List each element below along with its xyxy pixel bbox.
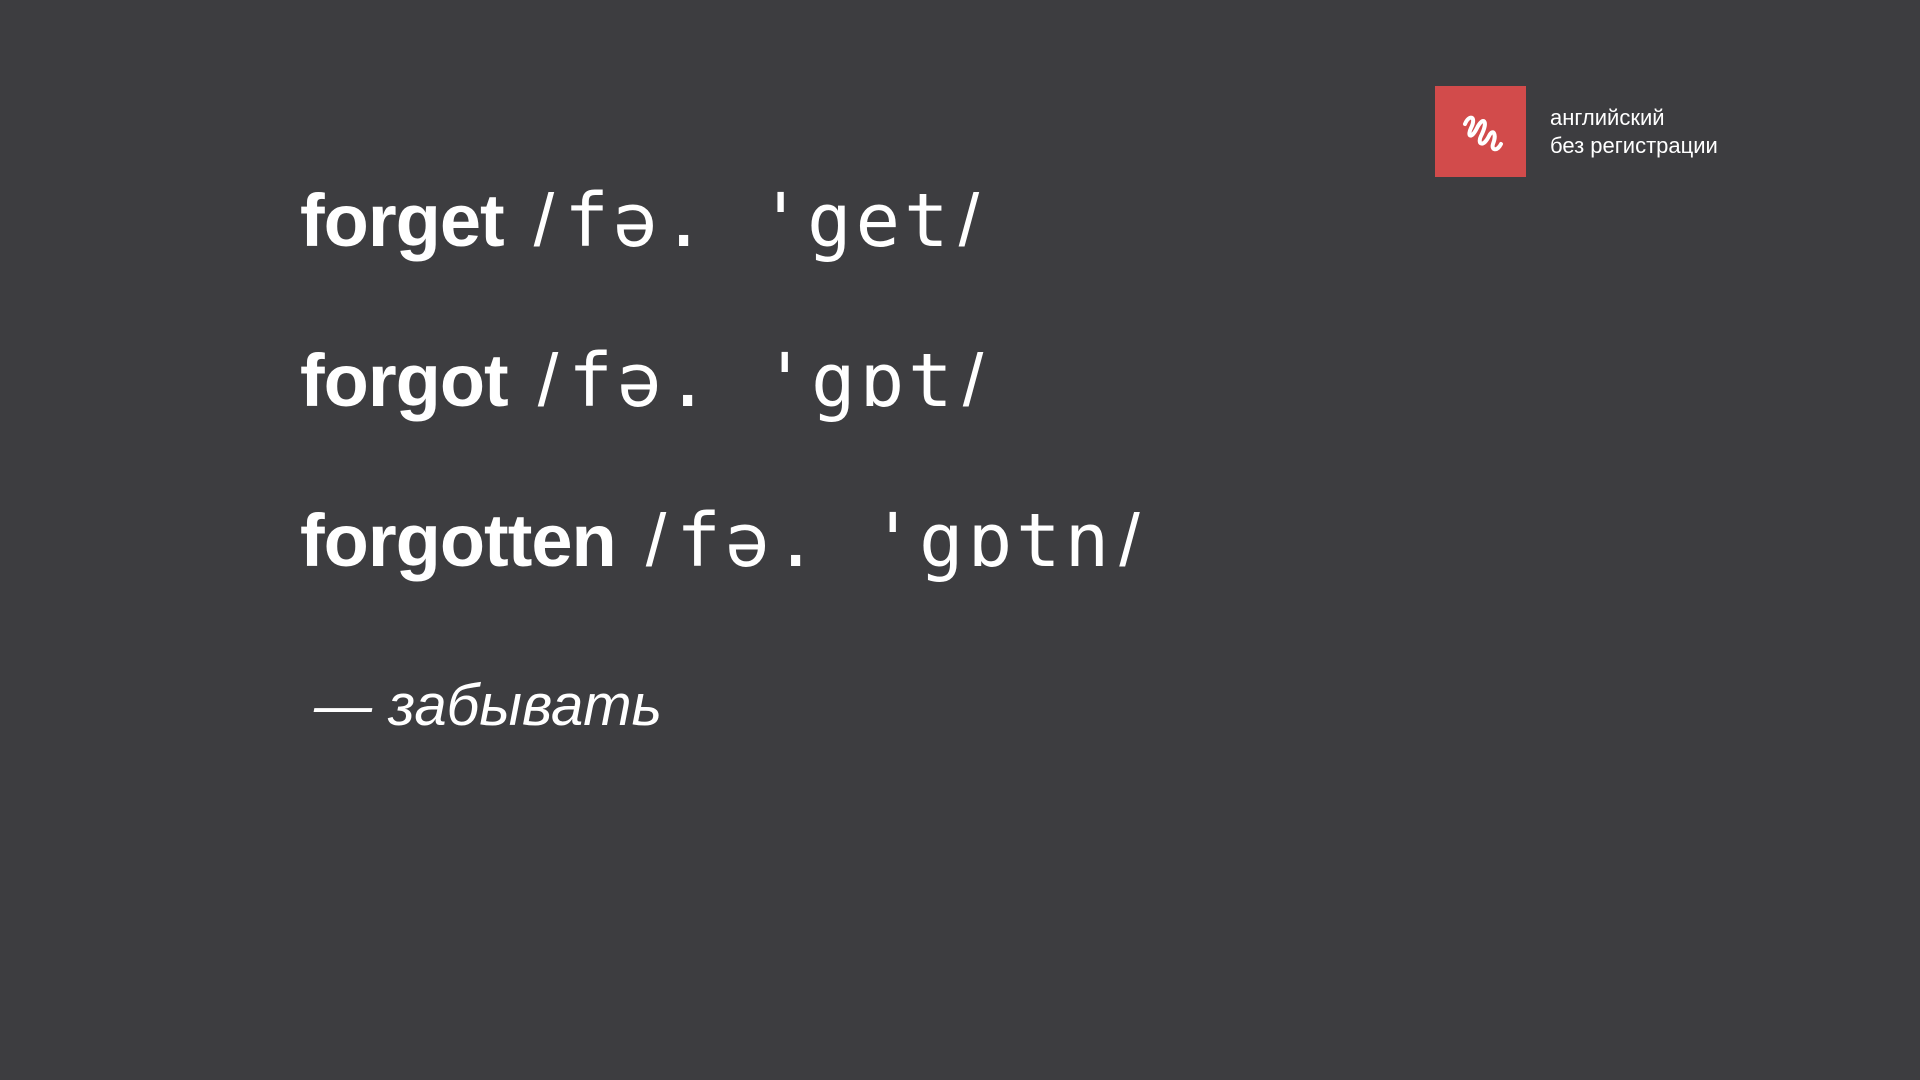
transcription: fə. 'get xyxy=(564,178,953,264)
word-row-forgotten: forgotten / fə. 'gɒtn / xyxy=(300,498,1140,584)
transcription: fə. 'gɒt xyxy=(568,338,957,424)
word-row-forgot: forgot / fə. 'gɒt / xyxy=(300,338,983,424)
slash-close: / xyxy=(1119,499,1140,582)
logo-text: английский без регистрации xyxy=(1550,104,1718,160)
slash-open: / xyxy=(645,499,667,582)
transcription: fə. 'gɒtn xyxy=(676,498,1114,584)
scribble-icon xyxy=(1435,86,1526,177)
slash-open: / xyxy=(537,339,559,422)
slash-open: / xyxy=(533,179,555,262)
word: forget xyxy=(300,179,505,262)
logo-line-1: английский xyxy=(1550,104,1665,130)
word-row-forget: forget / fə. 'get / xyxy=(300,178,979,264)
translation: — забывать xyxy=(314,673,663,738)
logo-line-2: без регистрации xyxy=(1550,132,1718,158)
slash-close: / xyxy=(962,339,984,422)
word: forgotten xyxy=(300,499,617,582)
word: forgot xyxy=(300,339,509,422)
brand-logo: английский без регистрации xyxy=(1435,86,1718,177)
slash-close: / xyxy=(958,179,980,262)
